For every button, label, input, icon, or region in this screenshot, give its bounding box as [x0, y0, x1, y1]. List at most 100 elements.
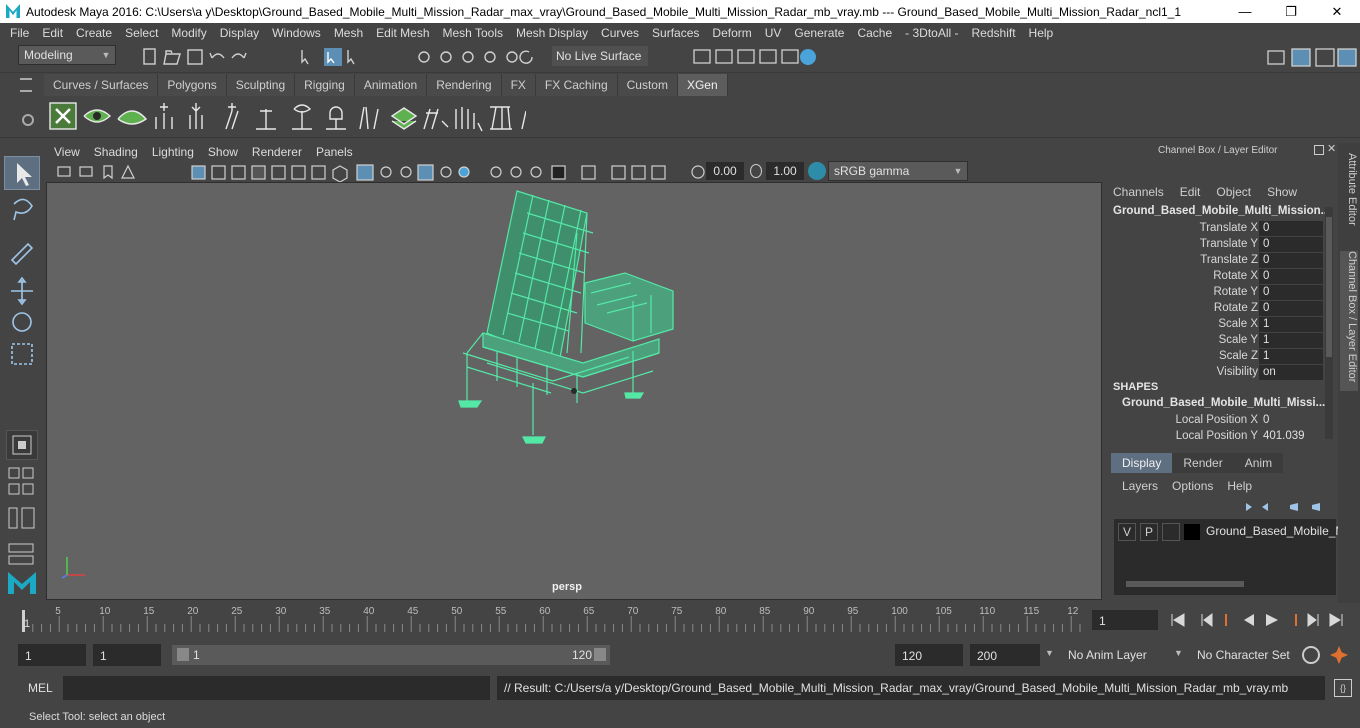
time-slider[interactable]: 5 10 15 20 25 30 35 40 45 50 55 60 65 70 75 80 85 90 95 100…	[18, 604, 1086, 634]
tab-polygons[interactable]: Polygons	[158, 74, 227, 96]
shelf-menu-icon[interactable]	[20, 78, 32, 92]
attribute-row[interactable]: Translate X0	[1106, 221, 1338, 237]
exposure-field[interactable]: 0.00	[706, 162, 744, 180]
perspective-viewport[interactable]: persp	[46, 182, 1102, 600]
menu-file[interactable]: File	[10, 26, 29, 40]
attr-value-field[interactable]: 1	[1259, 333, 1323, 348]
range-end-handle[interactable]	[594, 648, 606, 661]
attr-value-field[interactable]: 0	[1259, 285, 1323, 300]
show-manipulator-button[interactable]	[6, 430, 38, 460]
channel-box-scrollbar[interactable]	[1325, 207, 1333, 439]
animation-preferences-icon[interactable]	[1330, 646, 1348, 664]
color-space-dropdown[interactable]: sRGB gamma ▼	[828, 161, 968, 181]
menu-mesh[interactable]: Mesh	[334, 26, 363, 40]
chevron-down-icon[interactable]: ▼	[1045, 648, 1054, 658]
layer-playback-toggle[interactable]: P	[1140, 523, 1158, 541]
attribute-row[interactable]: Scale X1	[1106, 317, 1338, 333]
menu-3dtoall[interactable]: - 3DtoAll -	[905, 26, 958, 40]
tab-sculpting[interactable]: Sculpting	[226, 74, 296, 96]
help-menu[interactable]: Help	[1227, 479, 1252, 493]
viewport-menu-shading[interactable]: Shading	[94, 145, 138, 159]
layer-visibility-toggle[interactable]: V	[1118, 523, 1136, 541]
attr-value-field[interactable]: 0	[1259, 253, 1323, 268]
layer-type-toggle[interactable]	[1162, 523, 1180, 541]
current-frame-field[interactable]: 1	[1092, 610, 1158, 630]
animation-start-field[interactable]: 1	[18, 644, 86, 666]
viewport-menu-panels[interactable]: Panels	[316, 145, 353, 159]
attr-value-field[interactable]: 0	[1259, 413, 1323, 428]
script-editor-icon[interactable]: {}	[1334, 679, 1352, 697]
scrollbar-thumb[interactable]	[1326, 217, 1332, 357]
layer-color-swatch[interactable]	[1184, 524, 1200, 540]
layer-name[interactable]: Ground_Based_Mobile_M	[1206, 524, 1345, 538]
attr-value-field[interactable]: 1	[1259, 349, 1323, 364]
range-slider[interactable]: 1 120	[172, 645, 610, 665]
tab-channel-box-layer-editor[interactable]: Channel Box / Layer Editor	[1340, 251, 1358, 391]
attribute-row[interactable]: Rotate X0	[1106, 269, 1338, 285]
viewport-menu-show[interactable]: Show	[208, 145, 238, 159]
tab-xgen[interactable]: XGen	[677, 74, 728, 96]
close-panel-icon[interactable]: ✕	[1327, 143, 1337, 155]
menu-edit-mesh[interactable]: Edit Mesh	[376, 26, 429, 40]
layer-row[interactable]: V P Ground_Based_Mobile_M	[1116, 523, 1345, 541]
attribute-row[interactable]: Rotate Z0	[1106, 301, 1338, 317]
float-panel-icon[interactable]	[1314, 145, 1324, 155]
menu-cache[interactable]: Cache	[857, 26, 892, 40]
menu-mesh-display[interactable]: Mesh Display	[516, 26, 588, 40]
tab-attribute-editor[interactable]: Attribute Editor	[1340, 153, 1358, 243]
color-management-toggle-icon[interactable]	[808, 162, 826, 180]
tab-rendering[interactable]: Rendering	[427, 74, 502, 96]
attribute-row[interactable]: Translate Y0	[1106, 237, 1338, 253]
layer-list-hscrollbar[interactable]	[1116, 579, 1330, 589]
menu-curves[interactable]: Curves	[601, 26, 639, 40]
minimize-button[interactable]: —	[1222, 4, 1268, 19]
playback-start-field[interactable]: 1	[93, 644, 161, 666]
mel-label[interactable]: MEL	[28, 681, 53, 695]
range-start-handle[interactable]	[177, 648, 189, 661]
menu-mesh-tools[interactable]: Mesh Tools	[443, 26, 503, 40]
playback-end-field[interactable]: 120	[895, 644, 963, 666]
live-surface-field[interactable]: No Live Surface	[552, 46, 648, 66]
chevron-down-icon[interactable]: ▼	[1174, 648, 1183, 658]
layers-menu[interactable]: Layers	[1122, 479, 1158, 493]
edit-menu[interactable]: Edit	[1180, 185, 1201, 199]
menu-modify[interactable]: Modify	[171, 26, 206, 40]
maximize-button[interactable]: ❐	[1268, 4, 1314, 20]
tab-animation[interactable]: Animation	[354, 74, 428, 96]
menu-redshift[interactable]: Redshift	[972, 26, 1016, 40]
menu-display[interactable]: Display	[220, 26, 259, 40]
tab-anim[interactable]: Anim	[1233, 453, 1284, 473]
menu-windows[interactable]: Windows	[272, 26, 321, 40]
menu-surfaces[interactable]: Surfaces	[652, 26, 699, 40]
mel-input[interactable]	[63, 676, 490, 700]
character-set-dropdown[interactable]: No Character Set	[1191, 644, 1291, 666]
tab-fx-caching[interactable]: FX Caching	[535, 74, 618, 96]
shelf-settings-gear-icon[interactable]	[22, 114, 34, 126]
menu-create[interactable]: Create	[76, 26, 112, 40]
viewport-menu-renderer[interactable]: Renderer	[252, 145, 302, 159]
tab-display[interactable]: Display	[1111, 453, 1173, 473]
menu-help[interactable]: Help	[1029, 26, 1054, 40]
attr-value-field[interactable]: 1	[1259, 317, 1323, 332]
attribute-row[interactable]: Rotate Y0	[1106, 285, 1338, 301]
show-menu[interactable]: Show	[1267, 185, 1297, 199]
channels-menu[interactable]: Channels	[1113, 185, 1164, 199]
attribute-row[interactable]: Scale Z1	[1106, 349, 1338, 365]
menu-deform[interactable]: Deform	[712, 26, 751, 40]
select-tool-button[interactable]	[4, 156, 40, 190]
viewport-menu-view[interactable]: View	[54, 145, 80, 159]
tab-fx[interactable]: FX	[501, 74, 536, 96]
attr-value-field[interactable]: on	[1259, 365, 1323, 380]
auto-key-icon[interactable]	[1302, 646, 1320, 664]
attribute-row[interactable]: Visibility on	[1106, 365, 1338, 381]
attr-value-field[interactable]: 0	[1259, 237, 1323, 252]
attr-value-field[interactable]: 0	[1259, 269, 1323, 284]
workspace-dropdown[interactable]: Modeling ▼	[18, 45, 116, 65]
viewport-menu-lighting[interactable]: Lighting	[152, 145, 194, 159]
animation-end-field[interactable]: 200	[970, 644, 1040, 666]
menu-generate[interactable]: Generate	[794, 26, 844, 40]
attr-value-field[interactable]: 0	[1259, 301, 1323, 316]
attribute-row[interactable]: Translate Z0	[1106, 253, 1338, 269]
anim-layer-dropdown[interactable]: No Anim Layer	[1062, 644, 1164, 666]
shape-attribute-row[interactable]: Local Position Y 401.039	[1106, 429, 1338, 445]
